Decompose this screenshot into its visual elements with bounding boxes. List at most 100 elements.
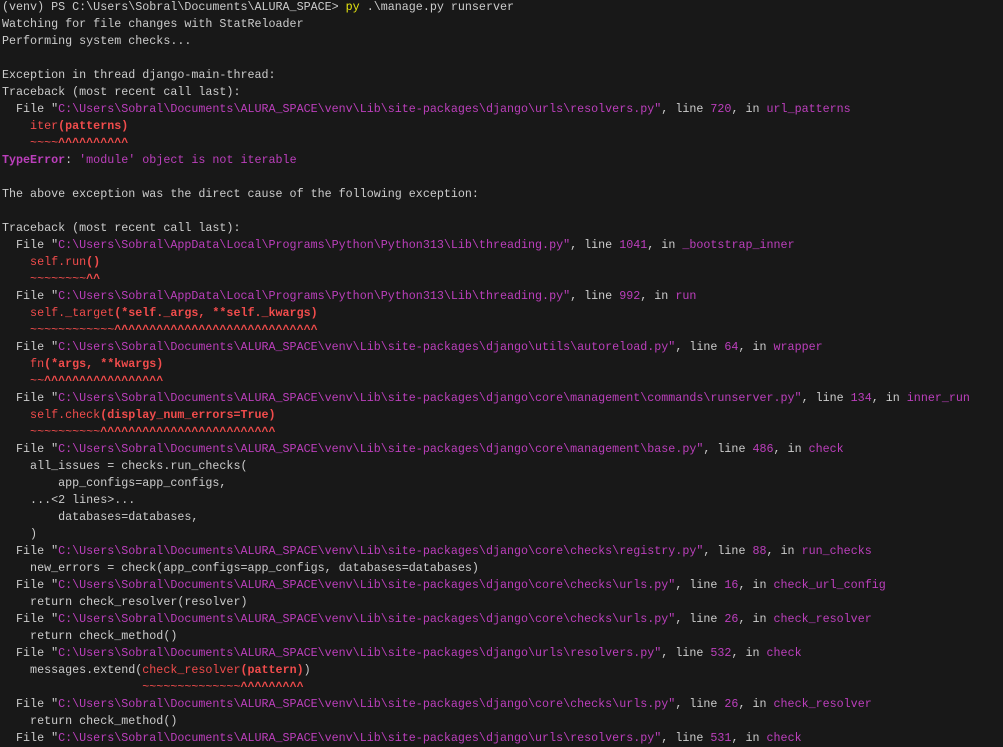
file-path: C:\Users\Sobral\Documents\ALURA_SPACE\ve… bbox=[58, 612, 669, 626]
punctuation: , in bbox=[738, 340, 774, 354]
terminal-line: self.run() bbox=[2, 254, 970, 271]
file-path: C:\Users\Sobral\Documents\ALURA_SPACE\ve… bbox=[58, 697, 669, 711]
text-segment: ^^^^^^^^^^^^^^^^^^^^^^^^^^^^^ bbox=[114, 323, 318, 337]
punctuation: File " bbox=[2, 340, 59, 354]
text-segment: () bbox=[86, 255, 101, 269]
function-name: check_resolver bbox=[773, 697, 872, 711]
punctuation: , line bbox=[703, 442, 753, 456]
text-segment: ~~~~~~~~~~ bbox=[2, 425, 101, 439]
terminal-line: ~~~~~~~~~~^^^^^^^^^^^^^^^^^^^^^^^^^ bbox=[2, 424, 970, 441]
punctuation: File " bbox=[2, 102, 59, 116]
text-segment: .\manage.py runserver bbox=[359, 0, 515, 14]
function-name: check bbox=[808, 442, 844, 456]
file-path: C:\Users\Sobral\Documents\ALURA_SPACE\ve… bbox=[58, 102, 655, 116]
traceback-frame-line: File "C:\Users\Sobral\Documents\ALURA_SP… bbox=[2, 696, 970, 713]
traceback-frame-line: File "C:\Users\Sobral\Documents\ALURA_SP… bbox=[2, 543, 970, 560]
punctuation: , line bbox=[703, 544, 753, 558]
function-name: wrapper bbox=[773, 340, 823, 354]
punctuation: , line bbox=[661, 102, 711, 116]
punctuation: , in bbox=[640, 289, 676, 303]
traceback-frame-line: File "C:\Users\Sobral\AppData\Local\Prog… bbox=[2, 237, 970, 254]
text-segment: ~~~~ bbox=[2, 136, 59, 150]
text-segment: Traceback (most recent call last): bbox=[2, 221, 241, 235]
punctuation: , line bbox=[661, 646, 711, 660]
traceback-frame-line: File "C:\Users\Sobral\Documents\ALURA_SP… bbox=[2, 730, 970, 747]
punctuation: " bbox=[794, 391, 802, 405]
function-name: inner_run bbox=[906, 391, 970, 405]
file-path: C:\Users\Sobral\Documents\ALURA_SPACE\ve… bbox=[58, 340, 669, 354]
text-segment: return check_method() bbox=[2, 714, 178, 728]
text-segment: return check_resolver(resolver) bbox=[2, 595, 248, 609]
punctuation: , line bbox=[675, 612, 725, 626]
text-segment: (*args, **kwargs) bbox=[44, 357, 164, 371]
terminal-output[interactable]: (venv) PS C:\Users\Sobral\Documents\ALUR… bbox=[2, 0, 970, 747]
punctuation: , line bbox=[675, 578, 725, 592]
traceback-frame-line: File "C:\Users\Sobral\Documents\ALURA_SP… bbox=[2, 577, 970, 594]
punctuation: , in bbox=[738, 612, 774, 626]
text-segment: (patterns) bbox=[58, 119, 129, 133]
punctuation: , line bbox=[675, 697, 725, 711]
text-segment: self.check bbox=[2, 408, 101, 422]
terminal-line: Exception in thread django-main-thread: bbox=[2, 67, 970, 84]
punctuation: , in bbox=[731, 646, 767, 660]
punctuation: File " bbox=[2, 391, 59, 405]
punctuation: File " bbox=[2, 238, 59, 252]
traceback-frame-line: File "C:\Users\Sobral\Documents\ALURA_SP… bbox=[2, 441, 970, 458]
text-segment: ^^^^^^^^^^^^^^^^^^^^^^^^^ bbox=[100, 425, 276, 439]
file-path: C:\Users\Sobral\Documents\ALURA_SPACE\ve… bbox=[58, 646, 655, 660]
line-number: 1041 bbox=[619, 238, 648, 252]
line-number: 486 bbox=[752, 442, 774, 456]
function-name: url_patterns bbox=[766, 102, 851, 116]
text-segment: databases=databases, bbox=[2, 510, 199, 524]
terminal-line: ~~~~^^^^^^^^^^ bbox=[2, 135, 970, 152]
file-path: C:\Users\Sobral\Documents\ALURA_SPACE\ve… bbox=[58, 391, 795, 405]
file-path: C:\Users\Sobral\AppData\Local\Programs\P… bbox=[58, 238, 564, 252]
terminal-line: ) bbox=[2, 526, 970, 543]
text-segment: Exception in thread django-main-thread: bbox=[2, 68, 276, 82]
punctuation: File " bbox=[2, 646, 59, 660]
text-segment: (*self._args, **self._kwargs) bbox=[114, 306, 318, 320]
traceback-frame-line: File "C:\Users\Sobral\Documents\ALURA_SP… bbox=[2, 101, 970, 118]
terminal-line: return check_method() bbox=[2, 713, 970, 730]
punctuation: , line bbox=[570, 238, 620, 252]
punctuation: , in bbox=[731, 731, 767, 745]
punctuation: , in bbox=[738, 578, 774, 592]
punctuation: File " bbox=[2, 697, 59, 711]
text-segment: all_issues = checks.run_checks( bbox=[2, 459, 248, 473]
text-segment: app_configs=app_configs, bbox=[2, 476, 227, 490]
traceback-frame-line: File "C:\Users\Sobral\AppData\Local\Prog… bbox=[2, 288, 970, 305]
terminal-line: ~~^^^^^^^^^^^^^^^^^ bbox=[2, 373, 970, 390]
punctuation: , line bbox=[675, 340, 725, 354]
terminal-line: databases=databases, bbox=[2, 509, 970, 526]
terminal-line: ~~~~~~~~~~~~~~^^^^^^^^^ bbox=[2, 679, 970, 696]
text-segment: The above exception was the direct cause… bbox=[2, 187, 479, 201]
traceback-frame-line: File "C:\Users\Sobral\Documents\ALURA_SP… bbox=[2, 645, 970, 662]
text-segment: ~~ bbox=[2, 374, 45, 388]
text-segment: Performing system checks... bbox=[2, 34, 192, 48]
text-segment: new_errors = check(app_configs=app_confi… bbox=[2, 561, 479, 575]
punctuation: File " bbox=[2, 731, 59, 745]
terminal-line: self.check(display_num_errors=True) bbox=[2, 407, 970, 424]
terminal-line: Watching for file changes with StatReloa… bbox=[2, 16, 970, 33]
function-name: check bbox=[766, 646, 802, 660]
punctuation: File " bbox=[2, 578, 59, 592]
terminal-line: self._target(*self._args, **self._kwargs… bbox=[2, 305, 970, 322]
text-segment: iter bbox=[2, 119, 59, 133]
punctuation: , in bbox=[766, 544, 802, 558]
line-number: 531 bbox=[710, 731, 732, 745]
punctuation: , line bbox=[801, 391, 851, 405]
terminal-line: return check_resolver(resolver) bbox=[2, 594, 970, 611]
line-number: 64 bbox=[724, 340, 739, 354]
line-number: 16 bbox=[724, 578, 739, 592]
terminal-line: Performing system checks... bbox=[2, 33, 970, 50]
terminal-line: ~~~~~~~~~~~~^^^^^^^^^^^^^^^^^^^^^^^^^^^^… bbox=[2, 322, 970, 339]
traceback-frame-line: File "C:\Users\Sobral\Documents\ALURA_SP… bbox=[2, 611, 970, 628]
traceback-frame-line: File "C:\Users\Sobral\Documents\ALURA_SP… bbox=[2, 339, 970, 356]
text-segment: Watching for file changes with StatReloa… bbox=[2, 17, 304, 31]
text-segment: (display_num_errors=True) bbox=[100, 408, 276, 422]
line-number: 992 bbox=[619, 289, 641, 303]
punctuation: , line bbox=[570, 289, 620, 303]
